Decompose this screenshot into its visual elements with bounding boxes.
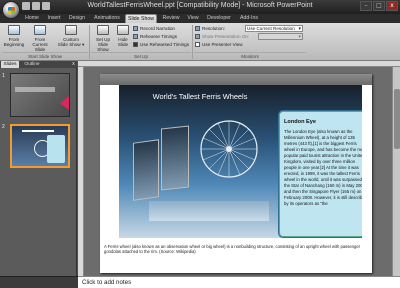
microphone-icon <box>133 26 138 31</box>
custom-show-label-2: Slide Show ▾ <box>57 42 85 47</box>
thumbnail-title-bar <box>22 130 54 132</box>
slide-background-image[interactable]: World's Tallest Ferris Wheels x <box>119 85 362 238</box>
use-presenter-view-checkbox[interactable]: Use Presenter View <box>195 41 243 49</box>
callout-body: The London Eye (also known as the Millen… <box>284 129 362 206</box>
ferris-wheel-photo-2 <box>161 125 189 191</box>
slide-header-band <box>100 74 372 85</box>
maximize-button[interactable]: □ <box>373 1 385 11</box>
ribbon: From Beginning From Current Slide Custom… <box>0 23 400 61</box>
tab-view[interactable]: View <box>184 14 202 23</box>
tab-animations[interactable]: Animations <box>91 14 123 23</box>
slide-caption[interactable]: A Ferris wheel (also known as an observa… <box>104 244 368 254</box>
tab-outline[interactable]: Outline <box>21 61 43 68</box>
status-bar-left <box>0 276 78 288</box>
slide-editing-area: World's Tallest Ferris Wheels x <box>78 61 400 276</box>
slide-number-2: 2 <box>2 124 5 130</box>
tab-insert[interactable]: Insert <box>44 14 64 23</box>
slideshow-start-icon <box>8 25 20 35</box>
setup-show-icon <box>97 25 109 35</box>
record-narration-button[interactable]: Record Narration <box>133 25 175 33</box>
vertical-scrollbar[interactable] <box>392 67 400 276</box>
slides-pane: Slides Outline x 1 2 <box>0 61 77 276</box>
record-narration-label: Record Narration <box>140 26 175 31</box>
title-bar: WorldTallestFerrisWheel.ppt [Compatibili… <box>0 0 400 14</box>
ribbon-separator <box>192 25 193 59</box>
hide-slide-label-2: Slide <box>117 42 129 47</box>
ribbon-separator <box>89 25 90 59</box>
use-rehearsed-timings-checkbox[interactable]: Use Rehearsed Timings <box>133 41 189 49</box>
london-eye-callout[interactable]: x London Eye The London Eye (also known … <box>279 111 362 237</box>
from-current-label-2: Current Slide <box>32 42 48 52</box>
slideshow-current-icon <box>34 25 46 35</box>
set-up-group-label: Set Up <box>91 52 191 60</box>
vertical-ruler <box>78 67 84 276</box>
slide-number-1: 1 <box>2 73 5 79</box>
start-slide-show-group-label: Start Slide Show <box>2 52 88 60</box>
rehearse-timings-button[interactable]: Rehearse Timings <box>133 33 177 41</box>
thumbnail-callout-shape <box>47 135 65 163</box>
custom-show-icon <box>65 25 77 35</box>
pane-close-icon[interactable]: x <box>72 61 75 68</box>
show-presentation-on-text: Show Presentation On: <box>202 34 250 39</box>
set-up-slide-show-button[interactable]: Set Up Slide Show <box>92 24 114 52</box>
show-presentation-on-label: Show Presentation On: <box>195 33 249 41</box>
show-presentation-on-dropdown[interactable] <box>258 33 303 40</box>
checkbox-checked-icon <box>133 42 138 47</box>
pane-tabs: Slides Outline x <box>0 61 77 68</box>
setup-show-label-2: Slide Show <box>97 42 109 52</box>
office-logo-icon <box>8 7 15 14</box>
tab-slides[interactable]: Slides <box>1 61 19 68</box>
close-button[interactable]: x <box>386 1 398 11</box>
hide-slide-icon <box>117 25 129 35</box>
monitors-group-label: Monitors <box>194 52 306 60</box>
monitor-icon <box>195 34 200 39</box>
tab-slide-show[interactable]: Slide Show <box>125 14 157 23</box>
from-beginning-label-2: Beginning <box>3 42 25 47</box>
from-current-slide-button[interactable]: From Current Slide <box>27 24 53 52</box>
scrollbar-thumb[interactable] <box>394 89 400 149</box>
hide-slide-button[interactable]: Hide Slide <box>115 24 131 51</box>
resolution-dropdown[interactable]: Use Current Resolution <box>245 25 303 32</box>
window-controls: – □ x <box>360 1 398 11</box>
checkbox-unchecked-icon <box>195 42 200 47</box>
minimize-button[interactable]: – <box>360 1 372 11</box>
tab-design[interactable]: Design <box>66 14 88 23</box>
from-beginning-button[interactable]: From Beginning <box>3 24 25 51</box>
presenter-view-label: Use Presenter View <box>202 42 243 47</box>
slide-canvas[interactable]: World's Tallest Ferris Wheels x <box>100 74 372 273</box>
tab-review[interactable]: Review <box>160 14 182 23</box>
slide-thumbnail-1[interactable] <box>10 73 70 117</box>
monitor-icon <box>195 26 200 31</box>
tab-add-ins[interactable]: Add-Ins <box>237 14 261 23</box>
horizontal-ruler <box>78 61 400 67</box>
callout-title: London Eye <box>284 119 317 125</box>
rehearse-timings-label: Rehearse Timings <box>140 34 178 39</box>
notes-pane[interactable]: Click to add notes <box>78 276 400 288</box>
window-title: WorldTallestFerrisWheel.ppt [Compatibili… <box>87 2 313 9</box>
clock-icon <box>133 34 138 39</box>
custom-slide-show-button[interactable]: Custom Slide Show ▾ <box>57 24 85 51</box>
ferris-wheel-image <box>200 120 258 178</box>
tab-home[interactable]: Home <box>22 14 42 23</box>
slide-title[interactable]: World's Tallest Ferris Wheels <box>119 92 281 101</box>
tab-developer[interactable]: Developer <box>204 14 234 23</box>
powerpoint-window: WorldTallestFerrisWheel.ppt [Compatibili… <box>0 0 400 288</box>
thumbnail-title-bar <box>15 87 55 92</box>
resolution-label-text: Resolution: <box>202 26 225 31</box>
use-rehearsed-timings-label: Use Rehearsed Timings <box>140 42 190 47</box>
slide-thumbnail-2[interactable] <box>10 124 70 168</box>
resolution-label: Resolution: <box>195 25 225 33</box>
reflection-shape <box>149 201 269 221</box>
ferris-wheel-photo-1 <box>133 139 159 201</box>
office-button[interactable] <box>2 1 20 19</box>
ribbon-tabs: Home Insert Design Animations Slide Show… <box>0 14 400 23</box>
thumbnail-pink-arrow-shape <box>60 96 69 110</box>
